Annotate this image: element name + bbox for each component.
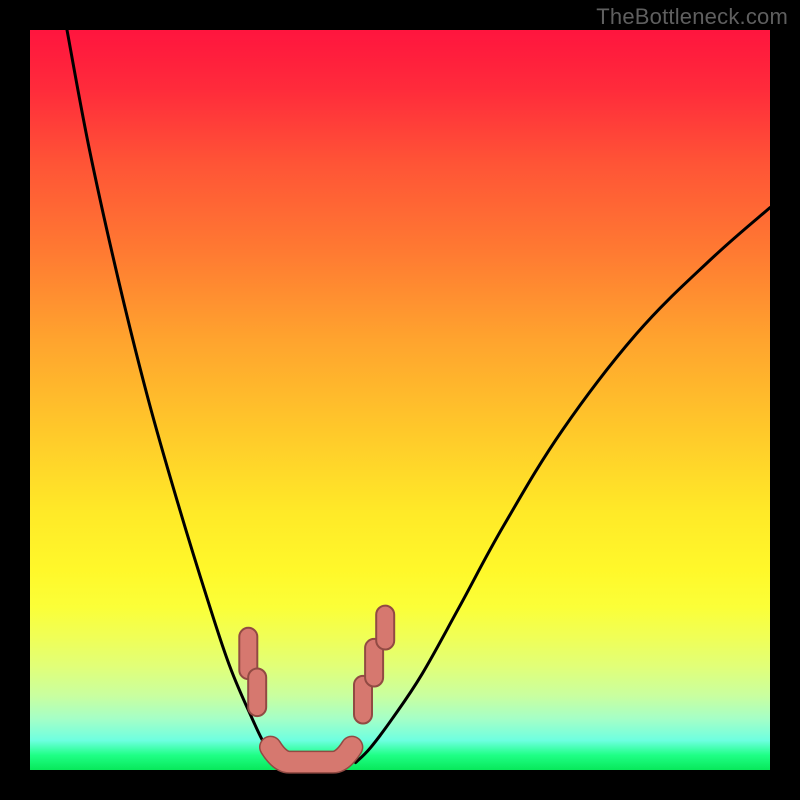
chart-frame: TheBottleneck.com (0, 0, 800, 800)
marker-right-triple-2 (376, 606, 394, 650)
watermark-text: TheBottleneck.com (596, 4, 788, 30)
plot-area (30, 30, 770, 770)
series-curve-right (356, 208, 770, 763)
marker-bottom-bar (271, 747, 352, 762)
marker-left-pair-1 (248, 669, 266, 717)
curves-group (67, 30, 770, 767)
chart-svg (30, 30, 770, 770)
